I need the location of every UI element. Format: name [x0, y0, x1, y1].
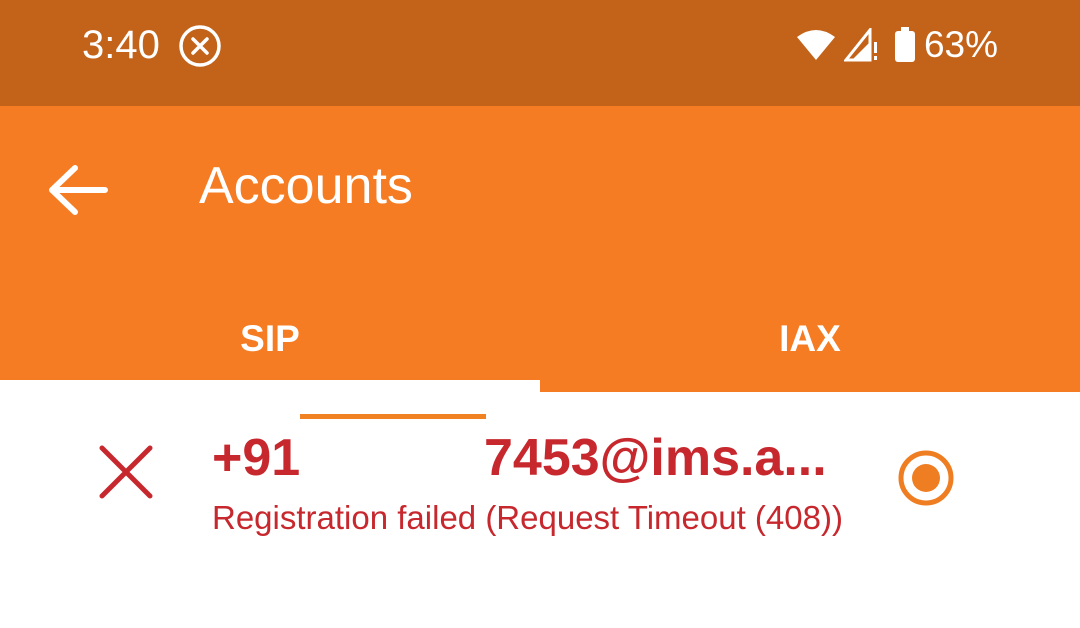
app-bar: Accounts SIP IAX — [0, 106, 1080, 392]
do-not-disturb-icon — [179, 25, 221, 67]
status-icons: 63% — [796, 22, 998, 68]
account-name: +91 7453@ims.a... — [212, 428, 852, 488]
page-title: Accounts — [199, 157, 413, 215]
arrow-back-icon — [49, 165, 108, 215]
redaction-bar — [300, 414, 486, 419]
battery-icon — [894, 27, 915, 62]
account-list-item[interactable]: +91 7453@ims.a... Registration failed (R… — [0, 392, 1080, 562]
tab-iax[interactable]: IAX — [540, 294, 1080, 384]
battery-percent: 63% — [923, 24, 998, 65]
tab-iax-label: IAX — [779, 318, 841, 359]
tab-sip-label: SIP — [240, 318, 300, 359]
wifi-icon — [796, 30, 835, 60]
back-button[interactable] — [30, 142, 126, 238]
tab-sip[interactable]: SIP — [0, 294, 540, 384]
account-name-prefix: +91 — [212, 429, 301, 487]
status-bar: 3:40 63% — [0, 0, 1080, 106]
account-status: Registration failed (Request Timeout (40… — [212, 499, 843, 536]
tab-selected-indicator — [0, 380, 540, 392]
account-name-suffix: 7453@ims.a... — [484, 429, 827, 487]
radio-selected-icon[interactable] — [896, 448, 956, 508]
status-time: 3:40 — [82, 23, 160, 67]
cell-signal-icon — [843, 28, 877, 62]
close-icon — [99, 445, 153, 499]
